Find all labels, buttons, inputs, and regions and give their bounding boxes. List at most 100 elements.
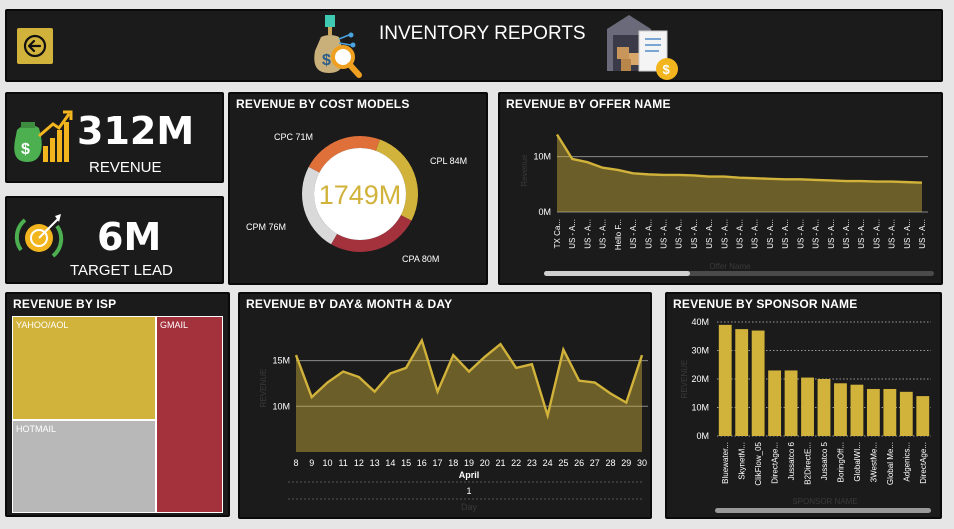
data-point[interactable] bbox=[600, 165, 606, 171]
data-point[interactable] bbox=[813, 177, 819, 183]
x-tick-label: US - A... bbox=[644, 219, 653, 249]
treemap-cell-gmail[interactable]: GMAIL bbox=[156, 316, 223, 513]
data-point[interactable] bbox=[340, 369, 346, 375]
sponsor-bar[interactable] bbox=[834, 383, 847, 436]
x-tick-label: US - A... bbox=[675, 219, 684, 249]
x-tick-label: 21 bbox=[495, 458, 505, 468]
x-tick-label: Adgenics... bbox=[902, 442, 911, 482]
data-point[interactable] bbox=[576, 378, 582, 384]
data-point[interactable] bbox=[639, 352, 645, 358]
header-bar: $ INVENTORY REPORTS $ bbox=[5, 9, 943, 82]
target-lead-label: TARGET LEAD bbox=[70, 262, 173, 279]
sponsor-bar[interactable] bbox=[801, 377, 814, 436]
y-tick-label: 30M bbox=[691, 346, 709, 356]
donut-slice-label: CPC 71M bbox=[274, 132, 313, 142]
data-point[interactable] bbox=[676, 172, 682, 178]
x-tick-label: Global Me... bbox=[886, 442, 895, 485]
data-point[interactable] bbox=[545, 412, 551, 418]
sponsor-bar[interactable] bbox=[850, 384, 864, 436]
y-tick-label: 15M bbox=[272, 356, 290, 366]
data-point[interactable] bbox=[466, 369, 472, 375]
kpi-revenue-card: $ 312M REVENUE bbox=[5, 92, 224, 183]
data-point[interactable] bbox=[309, 394, 315, 400]
sponsor-bar[interactable] bbox=[751, 330, 765, 436]
revenue-label: REVENUE bbox=[89, 159, 162, 176]
data-point[interactable] bbox=[737, 175, 743, 181]
sponsor-bar[interactable] bbox=[866, 388, 880, 436]
sponsor-bar[interactable] bbox=[735, 329, 749, 436]
data-point[interactable] bbox=[324, 380, 330, 386]
x-tick-label: US - A... bbox=[659, 219, 668, 249]
data-point[interactable] bbox=[293, 352, 299, 358]
data-point[interactable] bbox=[482, 354, 488, 360]
x-tick-label: GlobalWI... bbox=[853, 442, 862, 482]
x-tick-label: 9 bbox=[309, 458, 314, 468]
back-arrow-icon bbox=[23, 34, 47, 58]
data-point[interactable] bbox=[387, 370, 393, 376]
data-point[interactable] bbox=[889, 179, 895, 185]
data-point[interactable] bbox=[645, 171, 651, 177]
x-tick-label: US - A... bbox=[599, 219, 608, 249]
x-tick-label: US - A... bbox=[720, 219, 729, 249]
x-tick-label: US - A... bbox=[781, 219, 790, 249]
sponsor-bar[interactable] bbox=[817, 379, 831, 436]
back-button[interactable] bbox=[17, 28, 53, 64]
horizontal-scrollbar-thumb[interactable] bbox=[715, 508, 931, 513]
data-point[interactable] bbox=[858, 178, 864, 184]
data-point[interactable] bbox=[435, 389, 441, 395]
data-point[interactable] bbox=[529, 361, 535, 367]
sponsor-bar[interactable] bbox=[916, 396, 930, 436]
data-point[interactable] bbox=[767, 176, 773, 182]
data-point[interactable] bbox=[691, 172, 697, 178]
money-bag-growth-icon: $ bbox=[14, 110, 73, 162]
data-point[interactable] bbox=[372, 389, 378, 395]
x-tick-label: 12 bbox=[354, 458, 364, 468]
data-point[interactable] bbox=[782, 176, 788, 182]
data-point[interactable] bbox=[828, 177, 834, 183]
sponsor-bar-chart: 0M 10M 20M 30M 40M Bluewater... SkynetM... Clik… bbox=[680, 317, 931, 513]
x-tick-label: TX Ca... bbox=[553, 219, 562, 248]
data-point[interactable] bbox=[608, 390, 614, 396]
data-point[interactable] bbox=[752, 175, 758, 181]
isp-panel: REVENUE BY ISP YAHOO/AOL HOTMAIL GMAIL bbox=[5, 292, 230, 517]
data-point[interactable] bbox=[450, 352, 456, 358]
x-tick-label: Jussatco 6 bbox=[787, 441, 796, 480]
x-tick-label: 18 bbox=[448, 458, 458, 468]
data-point[interactable] bbox=[843, 178, 849, 184]
sponsor-bar[interactable] bbox=[883, 388, 897, 436]
data-point[interactable] bbox=[560, 347, 566, 353]
treemap-cell-yahoo[interactable]: YAHOO/AOL bbox=[12, 316, 156, 420]
x-tick-label: US - A... bbox=[690, 219, 699, 249]
data-point[interactable] bbox=[660, 172, 666, 178]
sponsor-bar[interactable] bbox=[899, 391, 913, 436]
x-tick-label: Jussatco 5 bbox=[820, 441, 829, 480]
data-point[interactable] bbox=[584, 159, 590, 165]
svg-text:$: $ bbox=[21, 141, 30, 158]
data-point[interactable] bbox=[592, 380, 598, 386]
data-point[interactable] bbox=[419, 337, 425, 343]
data-point[interactable] bbox=[623, 400, 629, 406]
data-point[interactable] bbox=[630, 170, 636, 176]
x-tick-label: US - A... bbox=[918, 219, 927, 249]
data-point[interactable] bbox=[513, 365, 519, 371]
data-point[interactable] bbox=[904, 179, 910, 185]
data-point[interactable] bbox=[356, 374, 362, 380]
data-point[interactable] bbox=[403, 365, 409, 371]
data-point[interactable] bbox=[706, 174, 712, 180]
data-point[interactable] bbox=[721, 174, 727, 180]
data-point[interactable] bbox=[569, 156, 575, 162]
sponsor-bar[interactable] bbox=[784, 370, 798, 436]
treemap-cell-hotmail[interactable]: HOTMAIL bbox=[12, 420, 156, 513]
horizontal-scrollbar-thumb[interactable] bbox=[544, 271, 690, 276]
data-point[interactable] bbox=[615, 167, 621, 173]
data-point[interactable] bbox=[554, 132, 560, 138]
data-point[interactable] bbox=[497, 341, 503, 347]
data-point[interactable] bbox=[919, 180, 925, 186]
sponsor-bar[interactable] bbox=[768, 370, 782, 436]
x-tick-label: US - A... bbox=[796, 219, 805, 249]
data-point[interactable] bbox=[797, 176, 803, 182]
y-tick-label: 40M bbox=[691, 317, 709, 327]
sponsor-bar[interactable] bbox=[718, 324, 732, 436]
data-point[interactable] bbox=[873, 179, 879, 185]
x-tick-label: US - A... bbox=[872, 219, 881, 249]
